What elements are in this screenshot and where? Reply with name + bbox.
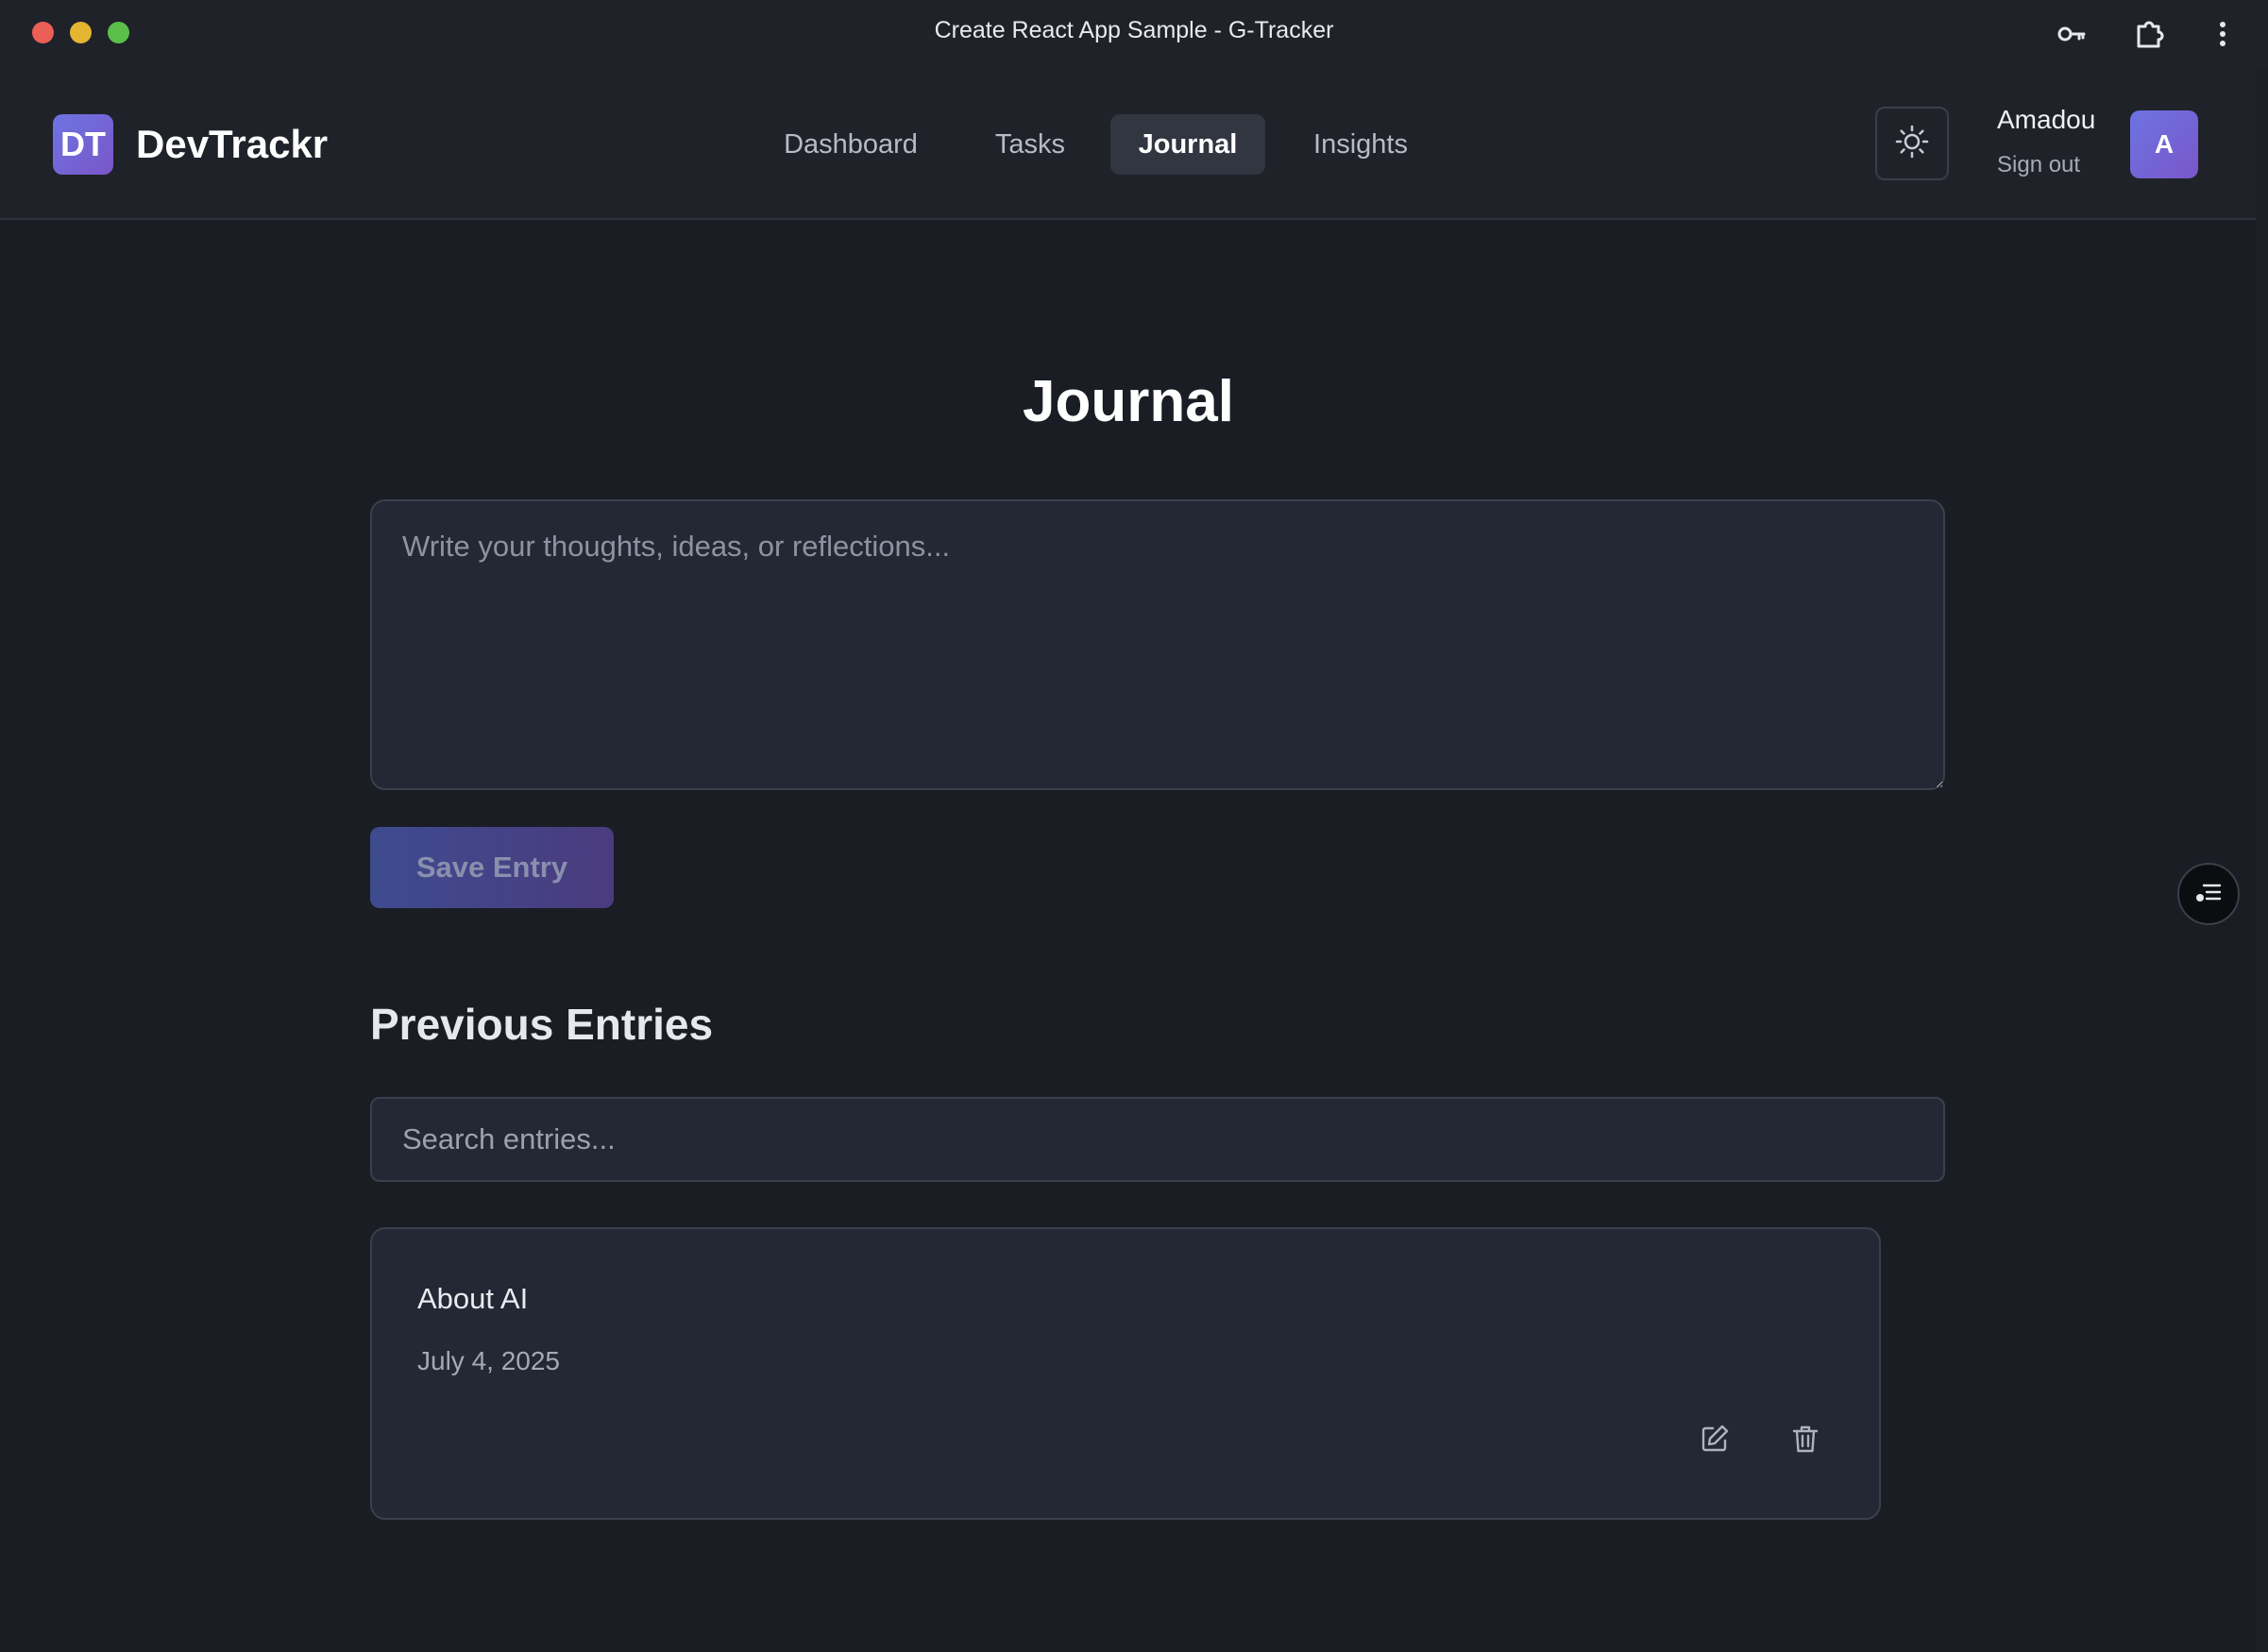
edit-icon[interactable]	[1696, 1420, 1734, 1458]
extensions-icon[interactable]	[2132, 17, 2166, 51]
nav-tasks[interactable]: Tasks	[976, 114, 1084, 175]
page-title: Journal	[1023, 369, 1234, 434]
theme-toggle-button[interactable]	[1875, 107, 1949, 180]
sign-out-link[interactable]: Sign out	[1997, 152, 2080, 178]
key-icon[interactable]	[2055, 17, 2089, 51]
journal-entry-textarea[interactable]	[370, 499, 1945, 790]
window-title: Create React App Sample - G-Tracker	[934, 17, 1334, 43]
save-entry-button[interactable]: Save Entry	[370, 827, 614, 908]
scrollbar-track[interactable]	[2257, 69, 2268, 1652]
sun-icon	[1893, 123, 1931, 165]
more-vert-icon[interactable]	[2206, 17, 2240, 51]
nav-insights[interactable]: Insights	[1295, 114, 1426, 175]
nav-journal[interactable]: Journal	[1110, 114, 1265, 175]
avatar[interactable]: A	[2130, 110, 2198, 178]
app-header: DT DevTrackr Dashboard Tasks Journal Ins…	[0, 69, 2257, 220]
list-settings-icon	[2192, 876, 2225, 913]
browser-titlebar: Create React App Sample - G-Tracker	[0, 0, 2268, 70]
entry-date: July 4, 2025	[417, 1346, 560, 1375]
journal-entry-card[interactable]: About AI July 4, 2025	[370, 1227, 1881, 1520]
nav-dashboard[interactable]: Dashboard	[769, 114, 933, 175]
logo[interactable]: DT	[53, 114, 113, 175]
user-name: Amadou	[1997, 105, 2096, 134]
brand-name[interactable]: DevTrackr	[136, 122, 328, 167]
previous-entries-heading: Previous Entries	[370, 1000, 714, 1049]
search-entries-input[interactable]	[370, 1097, 1945, 1182]
floating-widget-button[interactable]	[2177, 863, 2240, 925]
entry-title: About AI	[417, 1282, 529, 1315]
trash-icon[interactable]	[1786, 1420, 1824, 1458]
